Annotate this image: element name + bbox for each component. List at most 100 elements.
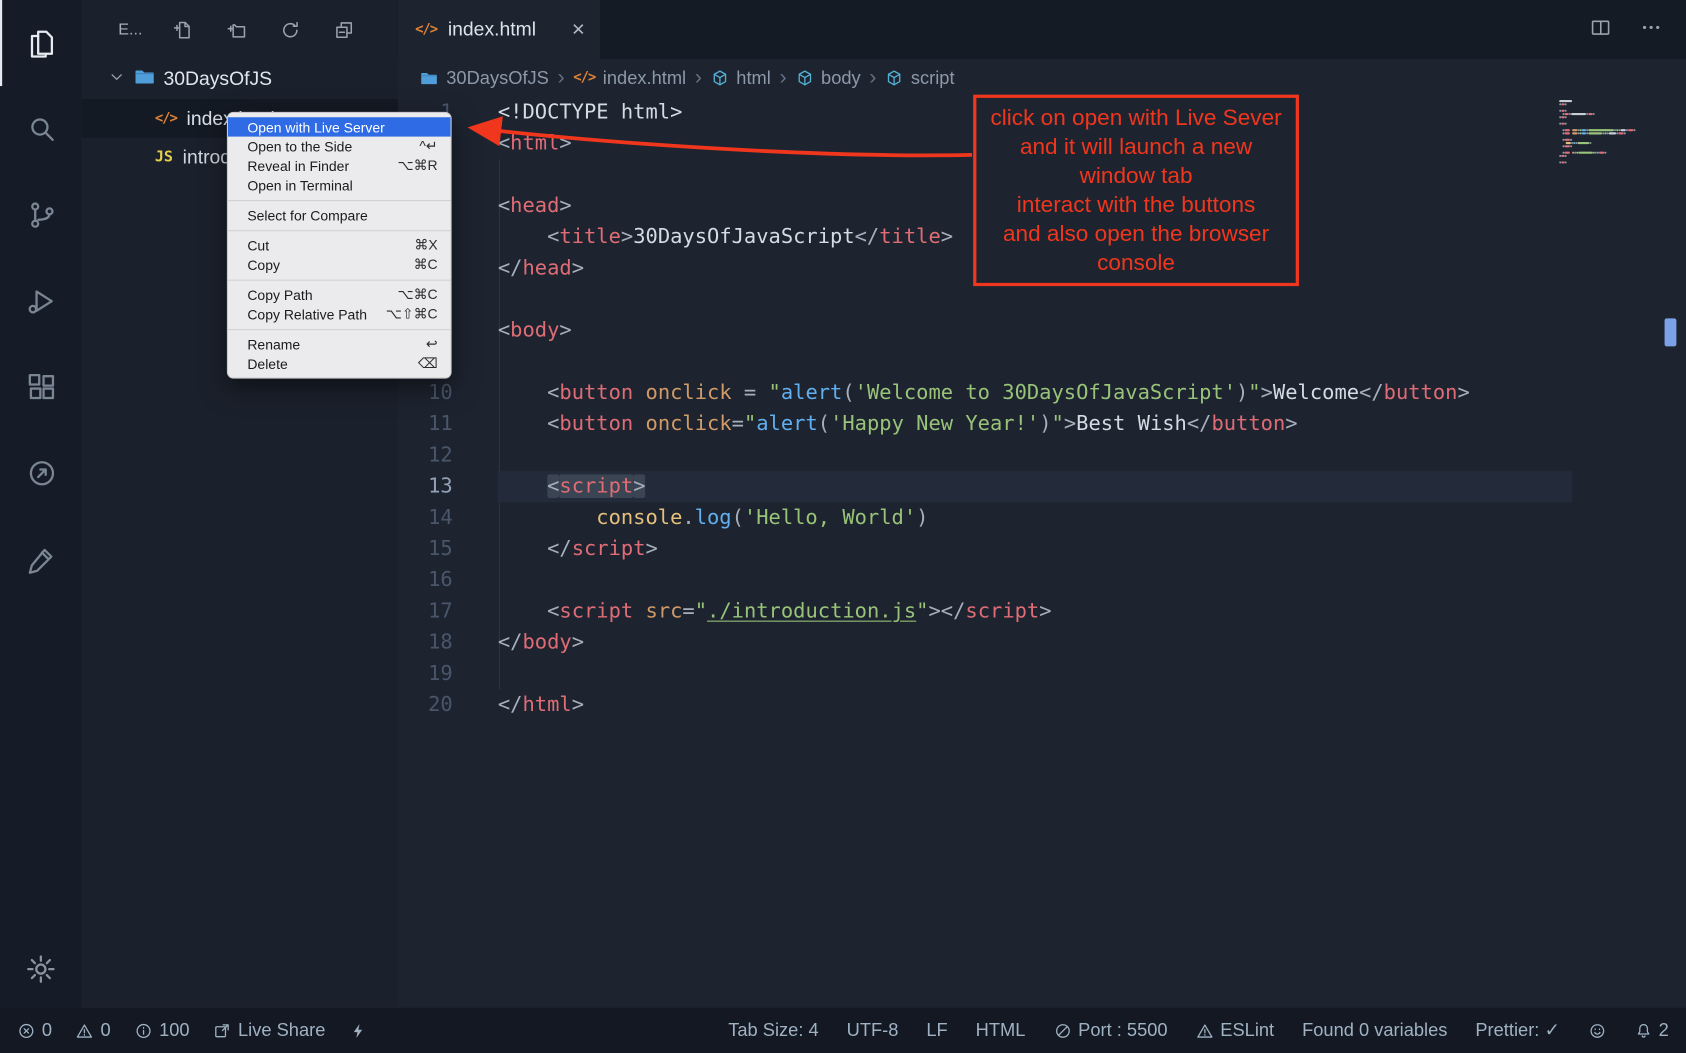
activity-bar-explorer-icon[interactable] xyxy=(0,0,82,86)
code-line-9[interactable]: 9 xyxy=(398,346,1686,377)
menu-item-open-to-the-side[interactable]: Open to the Side^↵ xyxy=(228,137,451,156)
annotation-line: and also open the browser xyxy=(981,219,1292,248)
annotation-line: console xyxy=(981,248,1292,277)
breadcrumb-label: body xyxy=(821,67,861,89)
status-port[interactable]: Port : 5500 xyxy=(1053,1020,1167,1042)
code-line-20[interactable]: 20</html> xyxy=(398,689,1686,720)
code-line-17[interactable]: 17 <script src="./introduction.js"></scr… xyxy=(398,596,1686,627)
more-actions-icon[interactable] xyxy=(1640,16,1663,44)
menu-item-rename[interactable]: Rename↩ xyxy=(228,335,451,354)
explorer-title: E... xyxy=(118,20,142,38)
activity-bar-source-control-icon[interactable] xyxy=(0,172,82,258)
chevron-right-icon: › xyxy=(869,66,876,91)
code-text: </html> xyxy=(498,689,584,720)
menu-item-label: Cut xyxy=(247,237,269,253)
lightning-icon xyxy=(349,1021,367,1039)
status-label: UTF-8 xyxy=(847,1020,899,1042)
status-feedback[interactable] xyxy=(1588,1021,1606,1039)
menu-item-delete[interactable]: Delete⌫ xyxy=(228,354,451,373)
chevron-right-icon: › xyxy=(695,66,702,91)
code-line-14[interactable]: 14 console.log('Hello, World') xyxy=(398,502,1686,533)
gear-icon xyxy=(25,953,57,991)
code-line-18[interactable]: 18</body> xyxy=(398,627,1686,658)
activity-bar-search-icon[interactable] xyxy=(0,86,82,172)
new-file-icon[interactable] xyxy=(172,19,194,41)
activity-bar-extensions-icon[interactable] xyxy=(0,344,82,430)
status-lightning[interactable] xyxy=(349,1021,367,1039)
code-text: </body> xyxy=(498,627,584,658)
minimap-line xyxy=(1559,155,1662,157)
menu-item-copy[interactable]: Copy⌘C xyxy=(228,255,451,274)
minimap-line xyxy=(1559,142,1662,144)
menu-item-open-with-live-server[interactable]: Open with Live Server xyxy=(228,117,451,136)
code-text: <body> xyxy=(498,315,572,346)
status-variables[interactable]: Found 0 variables xyxy=(1302,1020,1447,1042)
tab-index-html[interactable]: </> index.html × xyxy=(398,0,600,59)
activity-bar-run-debug-icon[interactable] xyxy=(0,258,82,344)
code-line-16[interactable]: 16 xyxy=(398,565,1686,596)
breadcrumb: 30DaysOfJS›</>index.html›html›body›scrip… xyxy=(398,59,1686,97)
line-number: 17 xyxy=(398,596,453,627)
status-label: 0 xyxy=(42,1020,52,1042)
minimap[interactable] xyxy=(1559,100,1662,165)
menu-item-shortcut: ⌥⌘R xyxy=(397,157,437,174)
minimap-line xyxy=(1559,158,1662,160)
code-line-7[interactable]: 7 xyxy=(398,284,1686,315)
status-live-share[interactable]: Live Share xyxy=(213,1020,325,1042)
breadcrumb-body[interactable]: body xyxy=(795,67,860,89)
menu-item-open-in-terminal[interactable]: Open in Terminal xyxy=(228,175,451,194)
activity-bar-live-preview-icon[interactable] xyxy=(0,430,82,516)
status-encoding[interactable]: UTF-8 xyxy=(847,1020,899,1042)
html-file-icon: </> xyxy=(573,70,595,86)
status-prettier[interactable]: Prettier: ✓ xyxy=(1475,1020,1559,1042)
menu-item-select-for-compare[interactable]: Select for Compare xyxy=(228,205,451,224)
code-line-10[interactable]: 10 <button onclick = "alert('Welcome to … xyxy=(398,378,1686,409)
status-label: Live Share xyxy=(238,1020,325,1042)
root-folder-label: 30DaysOfJS xyxy=(163,68,272,91)
breadcrumb-html[interactable]: html xyxy=(711,67,771,89)
status-eslint[interactable]: ESLint xyxy=(1196,1020,1275,1042)
menu-item-copy-path[interactable]: Copy Path⌥⌘C xyxy=(228,285,451,304)
split-editor-icon[interactable] xyxy=(1589,16,1612,44)
code-line-19[interactable]: 19 xyxy=(398,658,1686,689)
status-eol[interactable]: LF xyxy=(926,1020,947,1042)
menu-item-label: Open with Live Server xyxy=(247,119,385,135)
status-info[interactable]: 100 xyxy=(134,1020,189,1042)
menu-item-copy-relative-path[interactable]: Copy Relative Path⌥⇧⌘C xyxy=(228,304,451,323)
code-line-15[interactable]: 15 </script> xyxy=(398,533,1686,564)
menu-item-cut[interactable]: Cut⌘X xyxy=(228,236,451,255)
menu-item-reveal-in-finder[interactable]: Reveal in Finder⌥⌘R xyxy=(228,156,451,175)
close-icon[interactable]: × xyxy=(572,18,585,41)
folder-icon xyxy=(419,68,438,87)
line-number: 15 xyxy=(398,533,453,564)
status-tab-size[interactable]: Tab Size: 4 xyxy=(728,1020,818,1042)
collapse-all-icon[interactable] xyxy=(333,19,355,41)
code-text: <!DOCTYPE html> xyxy=(498,97,683,128)
code-line-11[interactable]: 11 <button onclick="alert('Happy New Yea… xyxy=(398,409,1686,440)
breadcrumb-30daysofjs[interactable]: 30DaysOfJS xyxy=(419,67,549,89)
code-line-12[interactable]: 12 xyxy=(398,440,1686,471)
code-line-8[interactable]: 8<body> xyxy=(398,315,1686,346)
minimap-line xyxy=(1559,116,1662,118)
activity-bar-edit-pencil-icon[interactable] xyxy=(0,516,82,602)
folder-row-30daysofjs[interactable]: 30DaysOfJS xyxy=(82,59,398,99)
menu-item-label: Copy Path xyxy=(247,287,312,303)
status-warnings[interactable]: 0 xyxy=(76,1020,111,1042)
minimap-line xyxy=(1559,110,1662,112)
status-errors[interactable]: 0 xyxy=(17,1020,52,1042)
code-text: <script src="./introduction.js"></script… xyxy=(498,596,1052,627)
status-language[interactable]: HTML xyxy=(976,1020,1026,1042)
settings-gear-icon[interactable] xyxy=(0,953,82,991)
status-notifications[interactable]: 2 xyxy=(1634,1020,1669,1042)
tab-label: index.html xyxy=(448,18,536,41)
breadcrumb-script[interactable]: script xyxy=(885,67,954,89)
folder-icon xyxy=(133,65,156,93)
code-line-13[interactable]: 13 <script> xyxy=(398,471,1686,502)
minimap-line xyxy=(1559,136,1662,138)
refresh-icon[interactable] xyxy=(280,19,302,41)
code-text: <head> xyxy=(498,190,572,221)
menu-item-label: Copy xyxy=(247,257,280,273)
new-folder-icon[interactable] xyxy=(226,19,248,41)
minimap-line xyxy=(1559,145,1662,147)
breadcrumb-index-html[interactable]: </>index.html xyxy=(573,67,686,89)
